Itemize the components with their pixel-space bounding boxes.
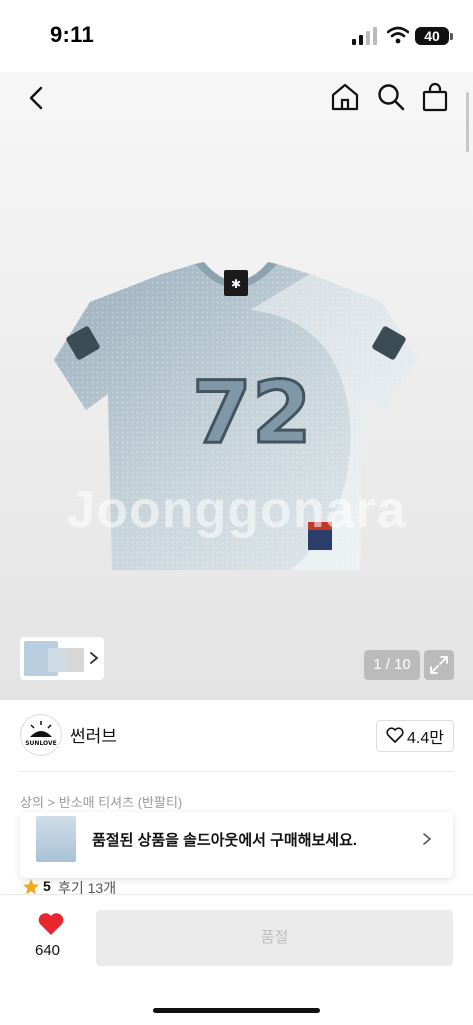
soldout-button[interactable]: 품절 <box>96 910 453 966</box>
thumbnail-image[interactable] <box>66 648 84 672</box>
brand-like-count[interactable]: 4.4만 <box>407 724 444 748</box>
watermark: Joonggonara <box>66 481 407 539</box>
expand-icon[interactable] <box>424 650 454 680</box>
search-icon[interactable] <box>376 82 406 112</box>
battery-icon: 40 <box>415 27 449 45</box>
jersey-number: 72 <box>192 363 312 463</box>
scrollbar[interactable] <box>466 92 469 152</box>
svg-text:SUNLOVE: SUNLOVE <box>25 740 57 747</box>
promo-product-thumbnail <box>36 816 76 862</box>
chevron-right-icon[interactable] <box>89 651 99 665</box>
heart-filled-icon[interactable] <box>37 912 65 936</box>
home-indicator <box>153 1008 320 1013</box>
like-count: 640 <box>35 942 61 959</box>
brand-name[interactable]: 썬러브 <box>70 722 117 747</box>
divider <box>20 771 453 772</box>
brand-logo[interactable]: SUNLOVE <box>20 714 62 756</box>
back-arrow-icon[interactable] <box>24 84 52 112</box>
chevron-right-icon[interactable] <box>422 832 432 846</box>
breadcrumb[interactable]: 상의 > 반소매 티셔츠 (반팔티) <box>20 792 182 811</box>
thumbnail-image[interactable] <box>48 648 68 672</box>
rating-value: 5 <box>43 878 51 894</box>
svg-text:✱: ✱ <box>231 277 241 291</box>
soldout-promo-text[interactable]: 품절된 상품을 솔드아웃에서 구매해보세요. <box>92 829 357 850</box>
shopping-bag-icon[interactable] <box>421 82 449 112</box>
status-time: 9:11 <box>50 22 95 47</box>
home-icon[interactable] <box>330 82 360 112</box>
image-counter: 1 / 10 <box>364 650 420 680</box>
battery-cap <box>450 33 453 40</box>
wifi-icon <box>387 26 409 44</box>
cellular-signal-icon <box>352 27 377 45</box>
heart-outline-icon[interactable] <box>386 727 404 743</box>
